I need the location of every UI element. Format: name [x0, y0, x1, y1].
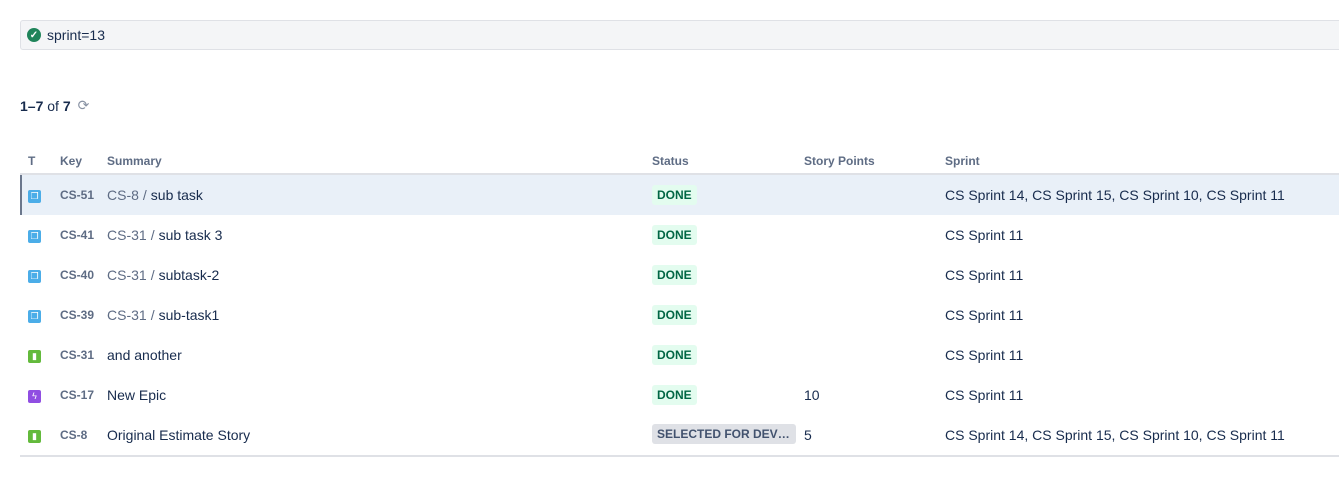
summary-cell: CS-31/subtask-2 [107, 255, 652, 295]
subtask-icon: ❐ [28, 269, 41, 283]
parent-key-link[interactable]: CS-31 [107, 307, 147, 323]
separator: / [150, 267, 155, 283]
sprint-cell: CS Sprint 14, CS Sprint 15, CS Sprint 10… [945, 415, 1339, 457]
table-row[interactable]: ▮ CS-31 and another DONE CS Sprint 11 [20, 335, 1339, 375]
column-sprint[interactable]: Sprint [945, 148, 1339, 175]
summary-cell: CS-8/sub task [107, 174, 652, 215]
story-points-cell [804, 215, 945, 255]
table-header: T Key Summary Status Story Points Sprint [20, 148, 1339, 175]
table-row[interactable]: ❐ CS-39 CS-31/sub-task1 DONE CS Sprint 1… [20, 295, 1339, 335]
parent-key-link[interactable]: CS-31 [107, 267, 147, 283]
issue-key-link[interactable]: CS-51 [60, 174, 107, 215]
issue-key-link[interactable]: CS-39 [60, 295, 107, 335]
summary-cell: New Epic [107, 375, 652, 415]
summary-link[interactable]: and another [107, 347, 182, 363]
epic-icon: ϟ [28, 389, 41, 403]
separator: / [150, 307, 155, 323]
subtask-icon: ❐ [28, 229, 41, 243]
type-cell: ▮ [20, 335, 60, 375]
type-cell: ❐ [20, 215, 60, 255]
result-of: of [47, 97, 59, 114]
summary-link[interactable]: sub task 3 [159, 227, 223, 243]
table-row[interactable]: ❐ CS-40 CS-31/subtask-2 DONE CS Sprint 1… [20, 255, 1339, 295]
issue-key-link[interactable]: CS-17 [60, 375, 107, 415]
status-cell: SELECTED FOR DEVELOPMENT [652, 415, 804, 457]
issue-key-link[interactable]: CS-8 [60, 415, 107, 457]
story-points-cell [804, 335, 945, 375]
sprint-cell: CS Sprint 11 [945, 387, 1024, 403]
status-cell: DONE [652, 335, 804, 375]
summary-cell: CS-31/sub task 3 [107, 215, 652, 255]
issue-key-link[interactable]: CS-40 [60, 255, 107, 295]
status-cell: DONE [652, 295, 804, 335]
check-circle-icon: ✓ [27, 28, 41, 42]
summary-link[interactable]: sub task [151, 187, 203, 203]
summary-link[interactable]: New Epic [107, 387, 166, 403]
type-cell: ϟ [20, 375, 60, 415]
summary-link[interactable]: sub-task1 [159, 307, 220, 323]
subtask-icon: ❐ [28, 189, 41, 203]
table-row[interactable]: ϟ CS-17 New Epic DONE 10 CS Sprint 11 [20, 375, 1339, 415]
story-icon: ▮ [28, 349, 41, 363]
story-icon: ▮ [28, 429, 41, 443]
refresh-icon[interactable]: ⟳ [78, 97, 90, 114]
result-count: 1–7 of 7 ⟳ [20, 97, 89, 114]
story-points-cell [804, 295, 945, 335]
separator: / [142, 187, 147, 203]
parent-key-link[interactable]: CS-8 [107, 187, 139, 203]
subtask-icon: ❐ [28, 309, 41, 323]
summary-link[interactable]: Original Estimate Story [107, 427, 250, 443]
status-badge: SELECTED FOR DEVELOPMENT [652, 423, 796, 444]
column-status[interactable]: Status [652, 148, 804, 175]
summary-cell: Original Estimate Story [107, 415, 652, 457]
query-text: sprint=13 [47, 27, 105, 43]
result-range: 1–7 [20, 97, 44, 114]
column-key[interactable]: Key [60, 148, 107, 175]
status-badge: DONE [652, 185, 697, 205]
status-cell: DONE [652, 255, 804, 295]
column-story-points[interactable]: Story Points [804, 148, 945, 175]
status-cell: DONE [652, 215, 804, 255]
summary-link[interactable]: subtask-2 [159, 267, 220, 283]
column-summary[interactable]: Summary [107, 148, 652, 175]
story-points-cell: 5 [804, 415, 945, 457]
table-row[interactable]: ▮ CS-8 Original Estimate Story SELECTED … [20, 415, 1339, 457]
story-points-cell: 10 [804, 387, 820, 403]
column-type[interactable]: T [20, 148, 60, 175]
jql-query-bar[interactable]: ✓ sprint=13 [20, 20, 1339, 50]
sprint-cell: CS Sprint 11 [945, 347, 1024, 363]
status-badge: DONE [652, 345, 697, 365]
status-badge: DONE [652, 305, 697, 325]
issue-key-link[interactable]: CS-31 [60, 335, 107, 375]
story-points-cell [804, 174, 945, 215]
status-badge: DONE [652, 265, 697, 285]
sprint-cell: CS Sprint 11 [945, 227, 1024, 243]
sprint-cell: CS Sprint 11 [945, 307, 1024, 323]
summary-cell: CS-31/sub-task1 [107, 295, 652, 335]
table-row[interactable]: ❐ CS-51 CS-8/sub task DONE CS Sprint 14,… [20, 174, 1339, 215]
issue-key-link[interactable]: CS-41 [60, 215, 107, 255]
status-cell: DONE [652, 375, 804, 415]
status-badge: DONE [652, 385, 697, 405]
story-points-cell [804, 255, 945, 295]
summary-cell: and another [107, 335, 652, 375]
type-cell: ❐ [20, 295, 60, 335]
result-total: 7 [62, 97, 71, 114]
type-cell: ❐ [20, 255, 60, 295]
table-row[interactable]: ❐ CS-41 CS-31/sub task 3 DONE CS Sprint … [20, 215, 1339, 255]
type-cell: ❐ [20, 174, 60, 215]
parent-key-link[interactable]: CS-31 [107, 227, 147, 243]
status-badge: DONE [652, 225, 697, 245]
separator: / [150, 227, 155, 243]
sprint-cell: CS Sprint 11 [945, 267, 1024, 283]
issue-table: T Key Summary Status Story Points Sprint… [20, 148, 1339, 457]
status-cell: DONE [652, 174, 804, 215]
type-cell: ▮ [20, 415, 60, 457]
sprint-cell: CS Sprint 14, CS Sprint 15, CS Sprint 10… [945, 174, 1339, 215]
